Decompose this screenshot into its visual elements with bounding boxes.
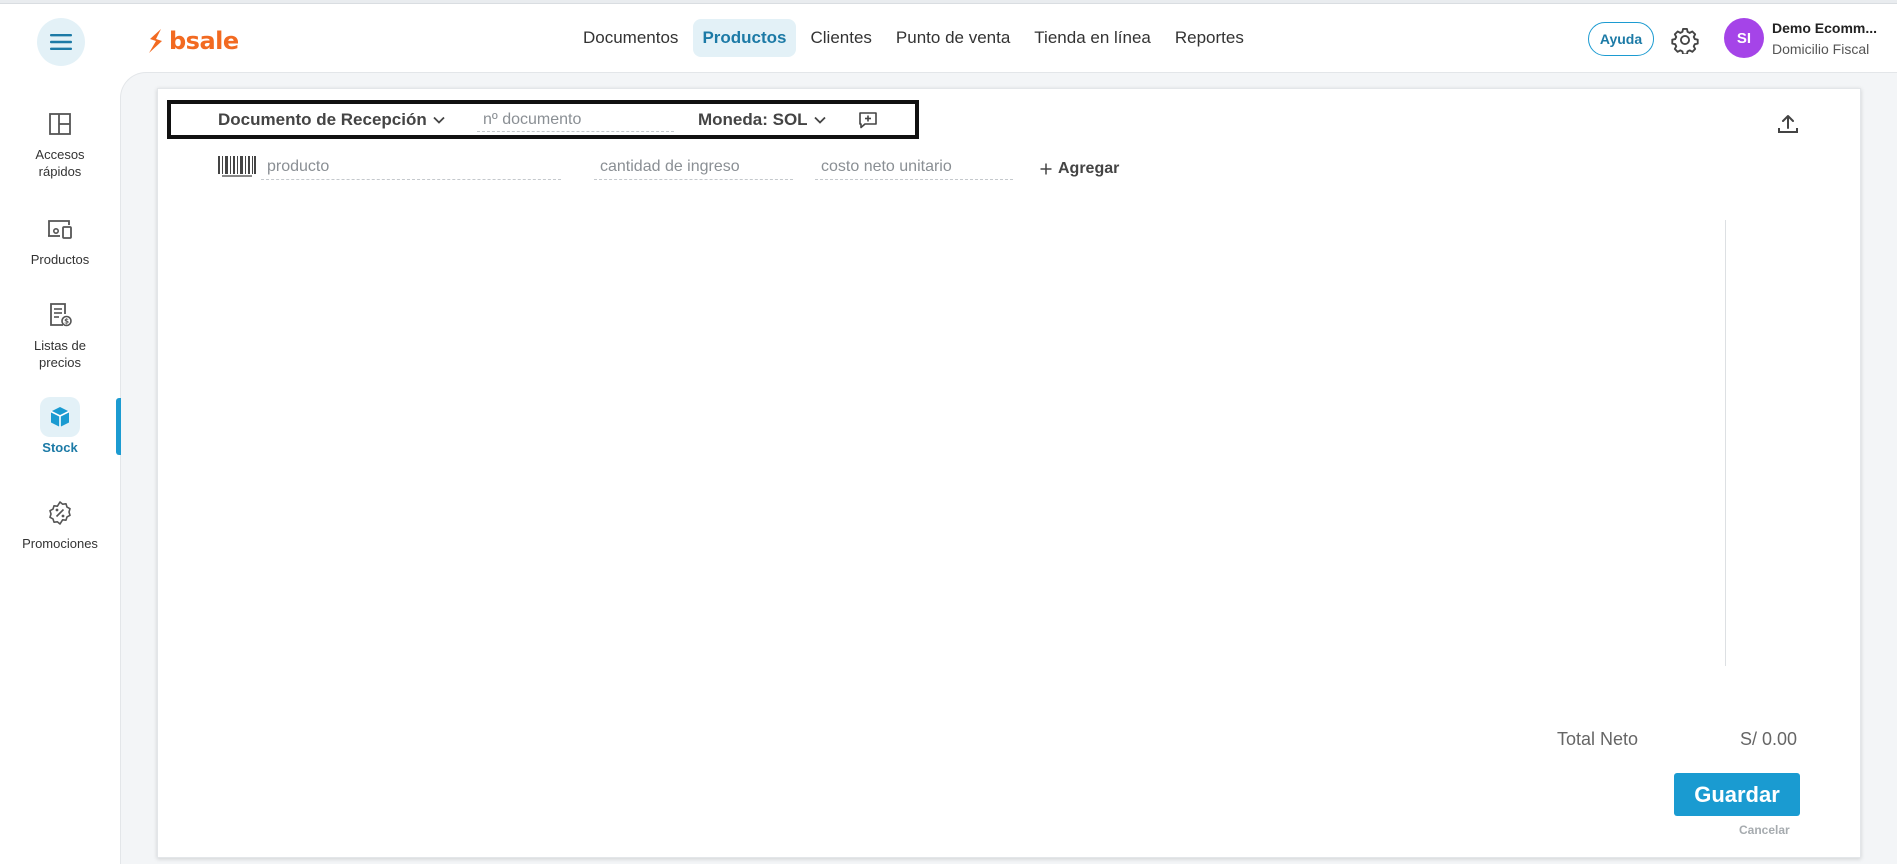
sidebar-item-accesos-rapidos[interactable]: Accesos rápidos — [0, 104, 120, 180]
nav-reportes[interactable]: Reportes — [1166, 19, 1253, 57]
hamburger-menu-button[interactable] — [37, 18, 85, 66]
unit-cost-input[interactable] — [815, 154, 1013, 180]
hamburger-icon — [50, 34, 72, 50]
currency-dropdown[interactable]: Moneda: SOL — [698, 110, 826, 130]
user-avatar[interactable]: SI — [1724, 18, 1764, 58]
cancel-link[interactable]: Cancelar — [1739, 823, 1790, 837]
plus-icon — [1040, 163, 1052, 175]
total-neto-label: Total Neto — [1557, 729, 1639, 749]
quantity-input[interactable] — [594, 154, 793, 180]
box-icon — [50, 407, 70, 427]
sidebar-icon-wrap — [40, 397, 80, 437]
sidebar-icon-wrap — [40, 104, 80, 144]
add-product-label: Agregar — [1058, 160, 1120, 177]
barcode-icon[interactable] — [217, 155, 257, 179]
sidebar-icon-wrap — [40, 209, 80, 249]
devices-icon — [48, 220, 72, 239]
document-number-input[interactable] — [477, 108, 674, 132]
top-header: bsale Documentos Productos Clientes Punt… — [0, 4, 1897, 72]
currency-label: Moneda: SOL — [698, 110, 808, 129]
price-list-icon: $ — [50, 303, 72, 327]
nav-documentos[interactable]: Documentos — [574, 19, 687, 57]
discount-badge-icon — [49, 501, 71, 525]
upload-icon[interactable] — [1776, 112, 1800, 136]
sidebar-item-label: Promociones — [22, 536, 98, 551]
total-neto-value: S/ 0.00 — [1740, 729, 1798, 749]
nav-clientes[interactable]: Clientes — [802, 19, 881, 57]
bsale-logo[interactable]: bsale — [147, 26, 239, 56]
sidebar: Accesos rápidos Productos $ Listas de prec… — [0, 72, 120, 864]
logo-text: bsale — [169, 27, 239, 55]
sidebar-item-promociones[interactable]: Promociones — [0, 493, 120, 552]
user-subtitle: Domicilio Fiscal — [1772, 41, 1870, 57]
svg-text:$: $ — [64, 318, 69, 326]
list-scroll-divider — [1725, 220, 1726, 666]
chevron-down-icon — [433, 116, 445, 124]
document-type-label: Documento de Recepción — [218, 110, 427, 129]
nav-productos[interactable]: Productos — [693, 19, 796, 57]
bsale-logo-mark-icon — [149, 29, 162, 53]
gear-icon[interactable] — [1671, 26, 1699, 54]
top-navigation: Documentos Productos Clientes Punto de v… — [574, 19, 1259, 57]
add-product-button[interactable]: Agregar — [1040, 160, 1119, 178]
sidebar-item-productos[interactable]: Productos — [0, 209, 120, 268]
help-button[interactable]: Ayuda — [1588, 22, 1654, 56]
sidebar-item-listas-de-precios[interactable]: $ Listas de precios — [0, 295, 120, 371]
layout-icon — [49, 113, 71, 135]
sidebar-item-stock[interactable]: Stock — [0, 397, 120, 456]
nav-punto-de-venta[interactable]: Punto de venta — [887, 19, 1019, 57]
save-button[interactable]: Guardar — [1674, 773, 1800, 816]
sidebar-icon-wrap: $ — [40, 295, 80, 335]
product-search-input[interactable] — [261, 154, 561, 180]
sidebar-item-label: Accesos rápidos — [35, 147, 85, 179]
user-name[interactable]: Demo Ecomm... — [1772, 20, 1888, 36]
chevron-down-icon — [813, 116, 826, 124]
document-type-dropdown[interactable]: Documento de Recepción — [218, 110, 445, 130]
sidebar-item-label: Stock — [42, 440, 78, 455]
sidebar-active-indicator — [116, 398, 121, 455]
sidebar-item-label: Productos — [30, 252, 90, 267]
nav-tienda-en-linea[interactable]: Tienda en línea — [1025, 19, 1160, 57]
add-comment-icon[interactable] — [858, 111, 878, 129]
sidebar-item-label: Listas de precios — [33, 338, 87, 370]
sidebar-icon-wrap — [40, 493, 80, 533]
